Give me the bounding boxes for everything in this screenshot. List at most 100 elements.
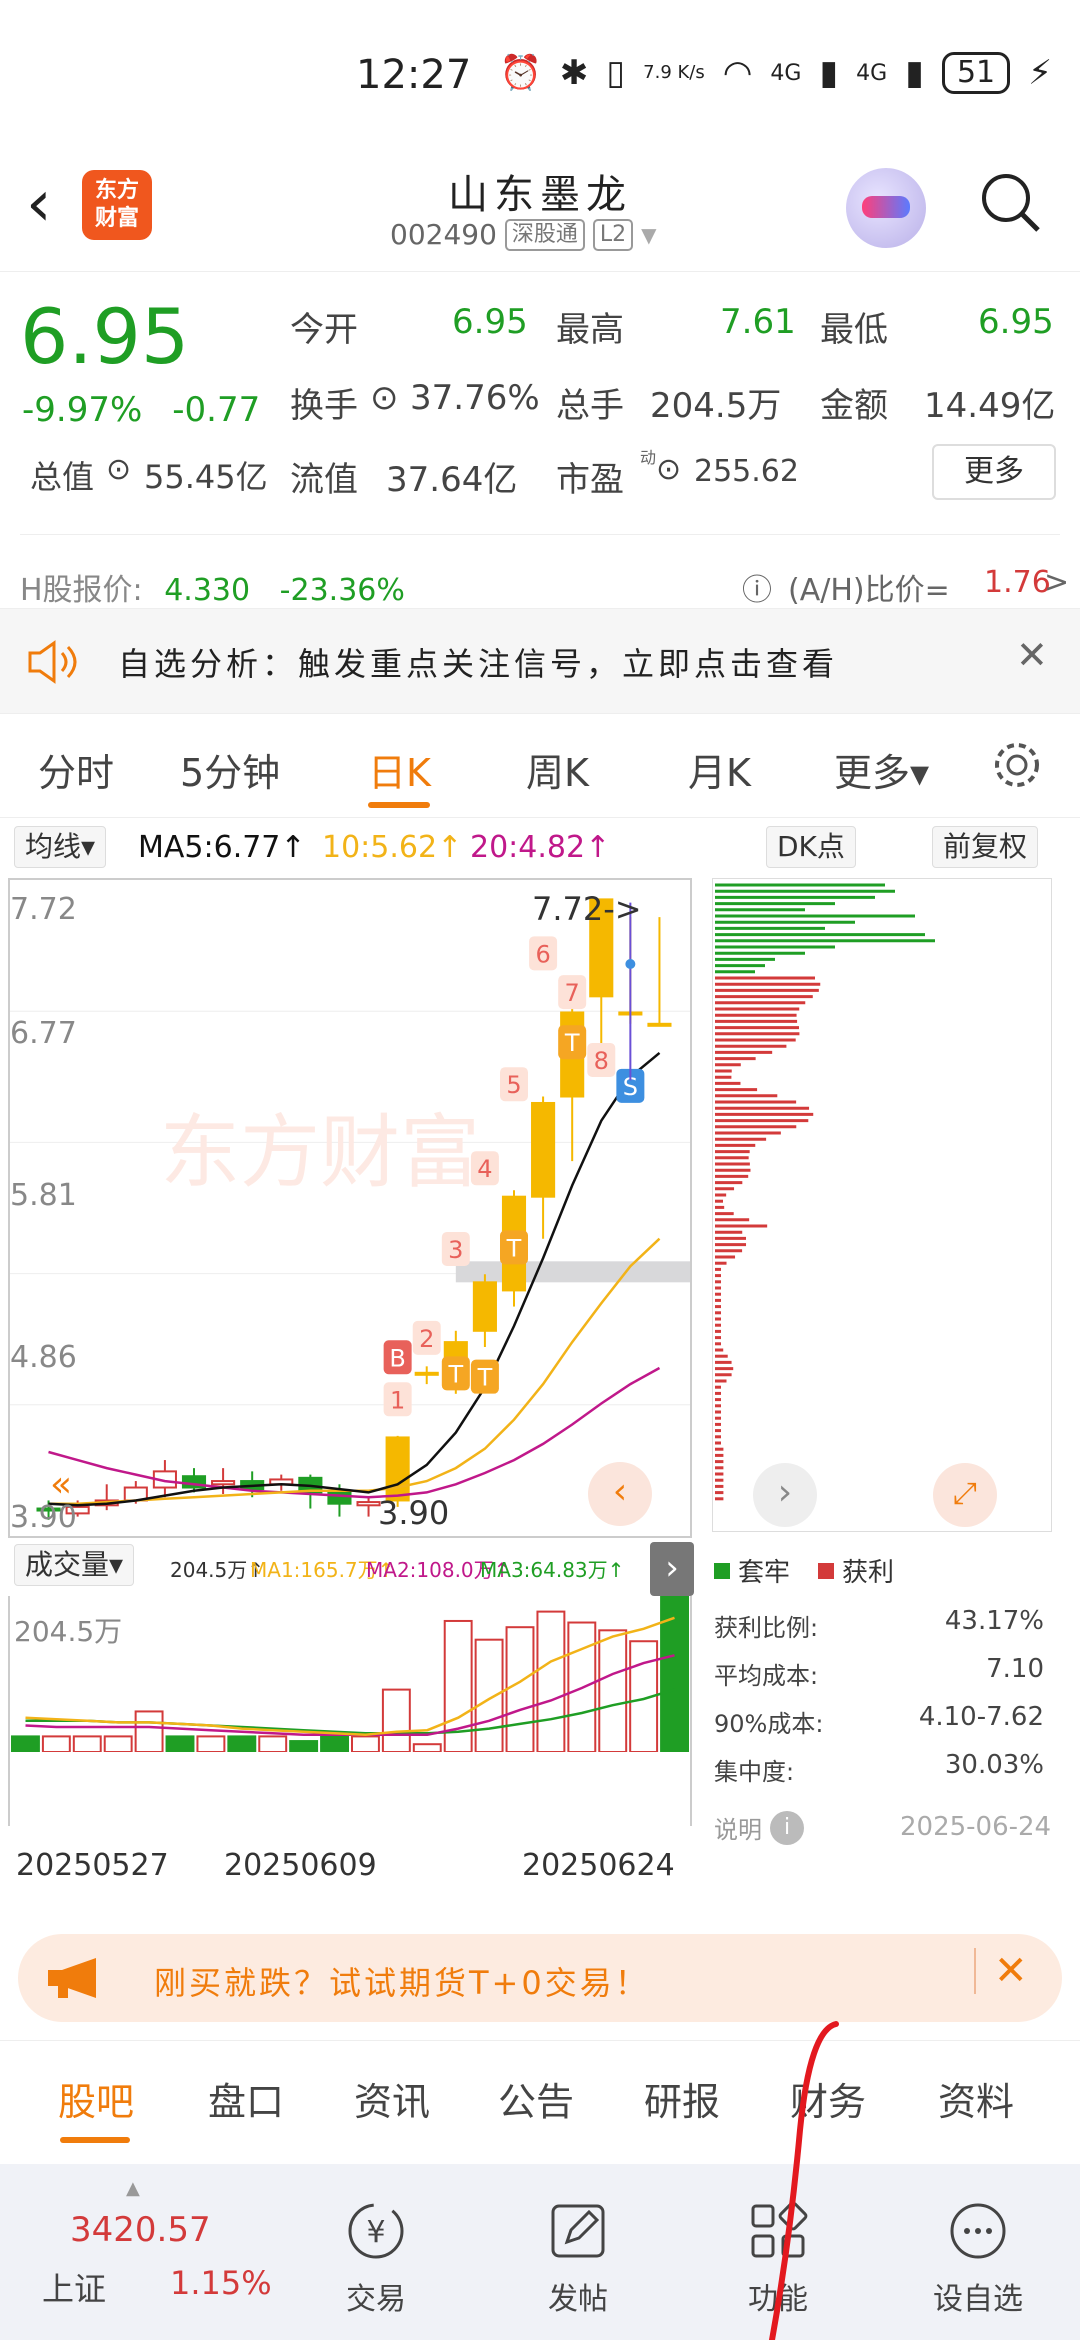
edit-icon <box>551 2204 605 2258</box>
hk-connect-tag: 深股通 <box>504 218 585 251</box>
open-value: 6.95 <box>452 302 528 342</box>
avg-cost-value: 7.10 <box>986 1654 1044 1684</box>
h-share-price: 4.330 <box>164 573 251 608</box>
yen-icon: ¥ <box>348 2203 404 2259</box>
search-icon[interactable] <box>978 170 1042 234</box>
signal-icon: ▮ <box>819 53 839 93</box>
dropdown-icon[interactable]: ▼ <box>641 223 656 247</box>
mcap-value: 55.45亿 <box>144 458 268 496</box>
assistant-avatar[interactable] <box>846 168 926 248</box>
volume-bar <box>41 1735 71 1753</box>
index-pct[interactable]: 1.15% <box>170 2264 272 2302</box>
ad-close-icon[interactable]: ✕ <box>974 1948 1028 1994</box>
dk-point-button[interactable]: DK点 <box>766 826 856 868</box>
tab-notice[interactable]: 公告 <box>498 2071 574 2126</box>
signal-t2-text: T <box>477 1364 493 1392</box>
signal-icon-2: ▮ <box>905 53 924 93</box>
prev-icon[interactable]: ‹ <box>588 1462 652 1526</box>
info-icon-4[interactable]: i <box>770 1810 804 1845</box>
volume-bar <box>320 1732 350 1753</box>
low-label: 最低 <box>820 310 888 350</box>
volume-bar <box>536 1610 566 1753</box>
legend-gain: 获利 <box>842 1558 895 1588</box>
next-icon[interactable]: › <box>753 1463 817 1527</box>
tab-research[interactable]: 研报 <box>644 2071 720 2126</box>
ma10-value: 10:5.62↑ <box>322 830 463 865</box>
signal-5-text: 5 <box>506 1071 521 1099</box>
status-icons: ⏰ ✱ ▯ 7.9 K/s ◠ 4G ▮ 4G ▮ 51 ⚡ <box>500 52 1052 94</box>
kline-chart[interactable]: 东方财富 B 1 2 3 4 5 6 7 8 T T T T S 7.72 6.77 5.81 4.86 3… <box>8 878 692 1538</box>
index-value[interactable]: 3420.57 <box>70 2210 211 2250</box>
tab-profile[interactable]: 资料 <box>938 2071 1014 2126</box>
date-strip <box>10 1752 690 1826</box>
signal-4: 4 <box>470 1151 499 1186</box>
signal-8: 8 <box>587 1042 616 1077</box>
volume-ytick: 204.5万 <box>14 1615 123 1648</box>
chip-svg <box>715 883 935 1501</box>
info-icon-3[interactable]: ⊙ <box>656 452 681 487</box>
tab-5min[interactable]: 5分钟 <box>180 742 280 797</box>
stock-code-row: 002490 深股通 L2 ▼ <box>390 218 657 251</box>
h-share-row[interactable]: H股报价: 4.330 -23.36% ⓘ (A/H)比价= 1.76 > <box>20 534 1069 609</box>
high-marker-label: 7.72-> <box>532 890 642 928</box>
period-tabs: 分时 5分钟 日K 周K 月K 更多▾ <box>0 714 1080 818</box>
signal-b: B <box>383 1340 412 1375</box>
volume-chart[interactable]: 204.5万 20250527 20250609 20250624 <box>8 1595 692 1883</box>
tab-news[interactable]: 资讯 <box>354 2071 430 2126</box>
scroll-left-icon[interactable]: « <box>50 1464 72 1505</box>
low-marker-label: 3.90 <box>378 1494 450 1532</box>
stock-header: ‹ 东方 财富 山东墨龙 002490 深股通 L2 ▼ <box>0 150 1080 272</box>
volume-selector[interactable]: 成交量▾ <box>14 1544 135 1586</box>
float-label: 流值 <box>290 460 358 500</box>
volume-bar <box>227 1735 257 1753</box>
tab-monthly[interactable]: 月K <box>688 742 751 797</box>
low-value: 6.95 <box>978 302 1054 342</box>
profit-date: 2025-06-24 <box>900 1812 1052 1842</box>
content-tabs: 股吧 盘口 资讯 公告 研报 财务 资料 <box>0 2040 1080 2150</box>
tab-weekly[interactable]: 周K <box>526 742 589 797</box>
info-icon-2[interactable]: ⊙ <box>106 452 131 487</box>
volume-bar <box>598 1629 628 1753</box>
svg-text:¥: ¥ <box>366 2215 385 2250</box>
tab-forum[interactable]: 股吧 <box>58 2071 134 2126</box>
bottom-nav: ▲ 3420.57 上证 1.15% ¥ 交易 发帖 功能 设自选 <box>0 2164 1080 2340</box>
cost90-value: 4.10-7.62 <box>918 1702 1044 1732</box>
legend-loss: 套牢 <box>738 1558 791 1588</box>
signal-t3-text: T <box>506 1234 522 1262</box>
index-name[interactable]: 上证 <box>42 2264 106 2310</box>
chip-distribution[interactable]: › ⤢ <box>712 878 1052 1532</box>
signal-t1: T <box>441 1356 470 1391</box>
stock-code: 002490 <box>390 218 497 251</box>
tab-market[interactable]: 盘口 <box>208 2071 284 2126</box>
kline-svg: 东方财富B12345678T TTTS <box>10 898 690 1520</box>
analysis-alert[interactable]: 自选分析：触发重点关注信号，立即点击查看 ✕ <box>0 608 1080 714</box>
collapse-icon[interactable]: › <box>650 1542 694 1596</box>
futures-ad-banner[interactable]: 刚买就跌？试试期货T+0交易！ ✕ <box>18 1934 1062 2022</box>
help-icon[interactable]: ⓘ <box>742 565 772 609</box>
volume-bar <box>103 1735 133 1753</box>
gear-icon[interactable] <box>990 738 1044 792</box>
megaphone-icon <box>48 1958 96 1998</box>
info-icon[interactable]: ⊙ <box>370 378 399 418</box>
h-share-label: H股报价: <box>20 573 143 608</box>
more-button[interactable]: 更多 <box>932 444 1056 500</box>
post-button[interactable]: 发帖 <box>508 2200 648 2318</box>
tab-more[interactable]: 更多▾ <box>834 742 929 797</box>
ma-selector[interactable]: 均线▾ <box>14 826 107 868</box>
ad-text: 刚买就跌？试试期货T+0交易！ <box>154 1964 650 2002</box>
signal-1-text: 1 <box>390 1386 405 1414</box>
note-label: 说明 <box>714 1816 762 1844</box>
profit-ratio-value: 43.17% <box>944 1606 1044 1636</box>
expand-icon[interactable]: ⤢ <box>933 1463 997 1527</box>
add-watchlist-button[interactable]: 设自选 <box>908 2200 1048 2318</box>
tab-daily[interactable]: 日K <box>368 742 431 797</box>
tab-intraday[interactable]: 分时 <box>38 742 114 797</box>
adjust-button[interactable]: 前复权 <box>932 826 1039 868</box>
trade-button[interactable]: ¥ 交易 <box>306 2200 446 2318</box>
status-time: 12:27 <box>356 52 472 98</box>
vol-ma3: MA3:64.83万↑ <box>480 1558 625 1582</box>
signal-2: 4G <box>856 60 888 86</box>
pull-up-icon[interactable]: ▲ <box>126 2178 140 2199</box>
note-row[interactable]: 说明 i <box>714 1810 804 1845</box>
close-icon[interactable]: ✕ <box>1016 633 1048 677</box>
